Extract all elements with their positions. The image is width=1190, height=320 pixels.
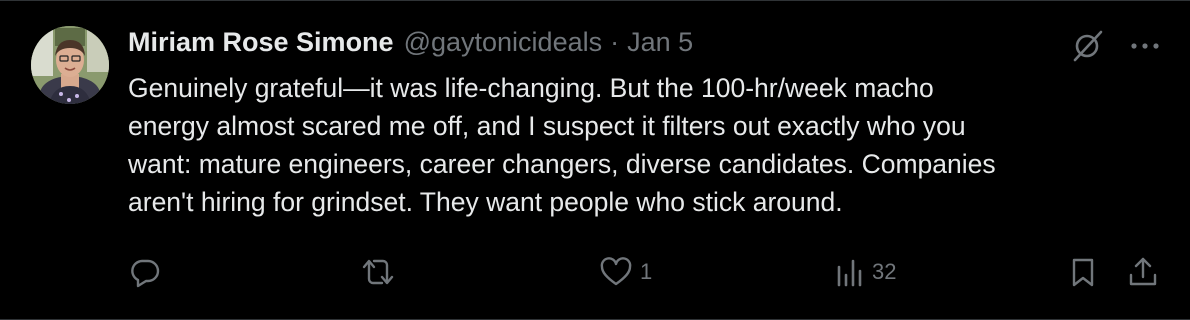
bookmark-icon xyxy=(1066,255,1100,289)
like-count: 1 xyxy=(640,259,653,284)
tweet-content: Miriam Rose Simone @gaytonicideals · Jan… xyxy=(128,27,1148,221)
action-bar: 1 32 xyxy=(128,255,1164,295)
reply-button[interactable] xyxy=(128,255,168,289)
reply-icon xyxy=(128,255,162,289)
like-button[interactable]: 1 xyxy=(598,255,652,289)
heart-icon xyxy=(598,255,634,289)
views-button[interactable]: 32 xyxy=(834,255,896,289)
display-name[interactable]: Miriam Rose Simone xyxy=(128,27,394,58)
avatar[interactable] xyxy=(31,26,109,104)
share-button[interactable] xyxy=(1126,255,1160,289)
top-actions xyxy=(1070,29,1160,63)
views-chart-icon xyxy=(834,255,866,289)
share-icon xyxy=(1126,255,1160,289)
tweet-date[interactable]: Jan 5 xyxy=(627,27,693,58)
tweet-header: Miriam Rose Simone @gaytonicideals · Jan… xyxy=(128,27,1148,67)
repost-button[interactable] xyxy=(358,255,404,289)
bookmark-button[interactable] xyxy=(1066,255,1100,289)
avatar-photo xyxy=(31,26,109,104)
views-count: 32 xyxy=(872,259,897,284)
more-horizontal-icon[interactable] xyxy=(1130,41,1160,51)
separator-dot: · xyxy=(610,27,620,57)
user-handle[interactable]: @gaytonicideals xyxy=(404,27,603,58)
tweet-card[interactable]: Miriam Rose Simone @gaytonicideals · Jan… xyxy=(0,0,1190,320)
repost-icon xyxy=(358,255,398,289)
tweet-text: Genuinely grateful—it was life-changing.… xyxy=(128,73,996,217)
grok-slash-icon[interactable] xyxy=(1070,29,1104,63)
